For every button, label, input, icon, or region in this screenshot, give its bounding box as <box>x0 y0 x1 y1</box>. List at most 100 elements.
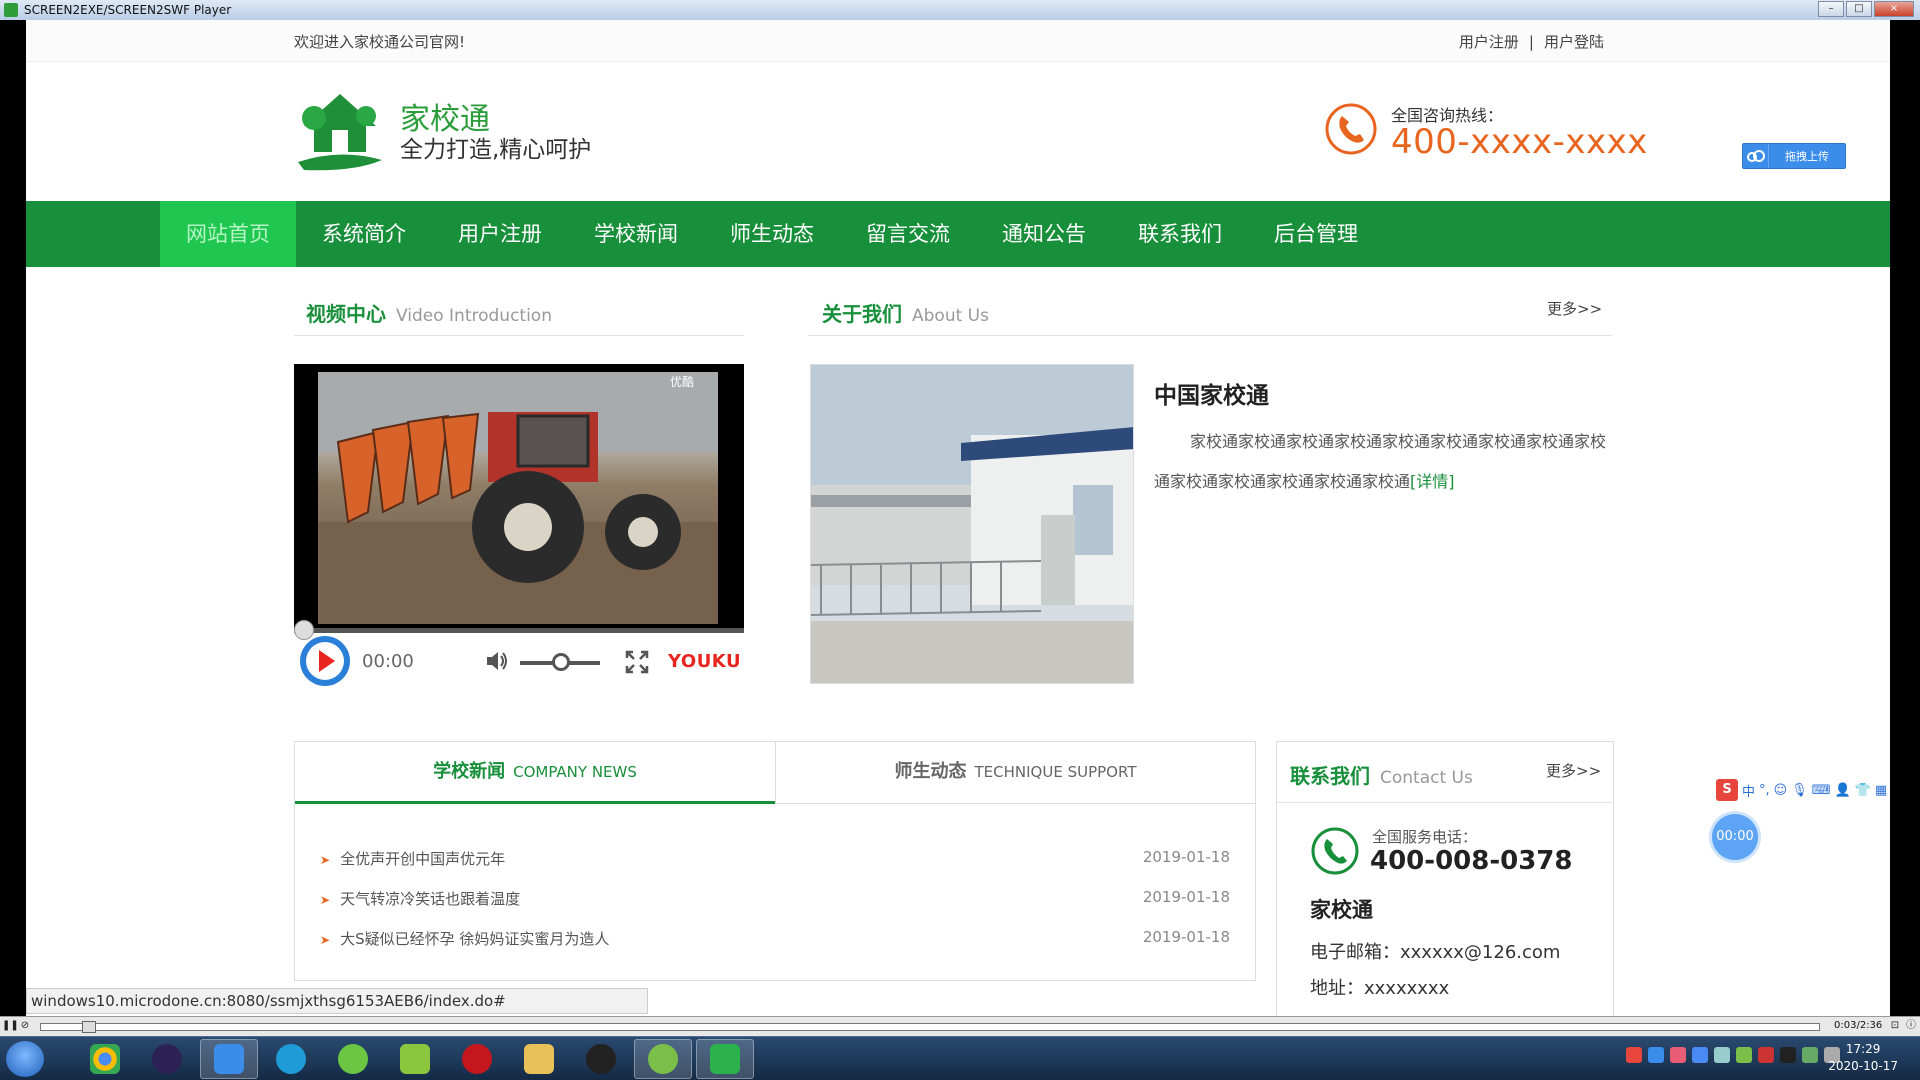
upload-label: 拖拽上传 <box>1785 150 1829 163</box>
file-explorer-taskbar-icon[interactable] <box>510 1039 568 1079</box>
chrome-taskbar-icon[interactable] <box>76 1039 134 1079</box>
tab-activities[interactable]: 师生动态 TECHNIQUE SUPPORT <box>775 742 1255 804</box>
status-bar-url: windows10.microdone.cn:8080/ssmjxthsg615… <box>26 988 648 1014</box>
toolbox-icon[interactable]: ▦ <box>1875 783 1887 798</box>
news-date: 2019-01-18 <box>1142 928 1230 946</box>
contact-section-subtitle: Contact Us <box>1380 768 1473 788</box>
skin-icon[interactable]: 👕 <box>1855 783 1871 798</box>
about-heading: 中国家校通 <box>1154 383 1269 409</box>
nav-item-notices[interactable]: 通知公告 <box>976 201 1112 267</box>
video-progress-bar[interactable] <box>294 628 744 633</box>
main-nav: 网站首页 系统简介 用户注册 学校新闻 师生动态 留言交流 通知公告 联系我们 … <box>26 201 1890 267</box>
fullscreen-icon[interactable] <box>624 649 650 675</box>
nav-item-activities[interactable]: 师生动态 <box>704 201 840 267</box>
flag-tray-icon[interactable] <box>1758 1047 1774 1063</box>
list-item[interactable]: ➤ 全优声开创中国声优元年 2019-01-18 <box>320 848 1230 888</box>
hotline-number: 400-xxxx-xxxx <box>1391 122 1648 162</box>
system-tray <box>1626 1047 1840 1063</box>
close-button[interactable]: × <box>1874 1 1914 17</box>
emoji-icon[interactable]: ☺ <box>1774 783 1788 798</box>
wechat-tray-icon[interactable] <box>1736 1047 1752 1063</box>
contact-section-header: 联系我们 Contact Us <box>1290 760 1473 789</box>
about-body-text: 家校通家校通家校通家校通家校通家校通家校通家校通家校通家校通家校通家校通家校通家… <box>1154 432 1607 491</box>
phone-icon <box>1311 827 1359 875</box>
video-divider <box>294 335 744 336</box>
volume-icon[interactable] <box>484 648 510 674</box>
window-title: SCREEN2EXE/SCREEN2SWF Player <box>24 3 232 17</box>
baidu-netdisk-taskbar-icon[interactable] <box>200 1039 258 1079</box>
start-button[interactable] <box>6 1041 44 1077</box>
nav-item-contact[interactable]: 联系我们 <box>1112 201 1248 267</box>
video-section-title: 视频中心 <box>306 302 386 326</box>
news-title[interactable]: 天气转凉冷笑话也跟着温度 <box>340 890 520 908</box>
stop-icon[interactable]: ⊘ <box>18 1019 32 1033</box>
qq-tray-icon[interactable] <box>1780 1047 1796 1063</box>
info-icon[interactable]: ⓘ <box>1904 1019 1918 1033</box>
phone-icon <box>1325 103 1377 155</box>
school-gate-photo <box>810 364 1134 684</box>
nav-item-register[interactable]: 用户注册 <box>432 201 568 267</box>
news-title[interactable]: 大S疑似已经怀孕 徐妈妈证实蜜月为造人 <box>340 930 609 948</box>
tray-app-icon[interactable] <box>1670 1047 1686 1063</box>
arrow-icon: ➤ <box>320 893 331 907</box>
sogou-ime-icon[interactable]: S <box>1716 779 1738 801</box>
eclipse-taskbar-icon[interactable] <box>138 1039 196 1079</box>
list-item[interactable]: ➤ 大S疑似已经怀孕 徐妈妈证实蜜月为造人 2019-01-18 <box>320 928 1230 968</box>
list-item[interactable]: ➤ 天气转凉冷笑话也跟着温度 2019-01-18 <box>320 888 1230 928</box>
punctuation-icon[interactable]: °, <box>1759 783 1770 798</box>
contact-company: 家校通 <box>1310 898 1373 922</box>
player-app-icon <box>4 3 18 17</box>
clock-date: 2020-10-17 <box>1828 1059 1898 1073</box>
ime-mode[interactable]: 中 <box>1742 781 1755 800</box>
green-app-taskbar-icon[interactable] <box>324 1039 382 1079</box>
house-logo-icon[interactable] <box>294 90 386 176</box>
network-tray-icon[interactable] <box>1648 1047 1664 1063</box>
tab-school-news[interactable]: 学校新闻 COMPANY NEWS <box>295 742 775 804</box>
news-date: 2019-01-18 <box>1142 848 1230 866</box>
browser-taskbar-icon[interactable] <box>262 1039 320 1079</box>
cloud-icon <box>1743 144 1769 168</box>
volume-slider-handle[interactable] <box>552 653 570 671</box>
drag-upload-button[interactable]: 拖拽上传 <box>1742 143 1846 169</box>
nav-item-messages[interactable]: 留言交流 <box>840 201 976 267</box>
keyboard-icon[interactable]: ⌨ <box>1812 783 1831 798</box>
window-mode-icon[interactable]: ⊡ <box>1888 1019 1902 1033</box>
floating-recording-timer[interactable]: 00:00 <box>1712 814 1758 860</box>
top-link-separator: | <box>1528 33 1534 51</box>
nav-item-intro[interactable]: 系统简介 <box>296 201 432 267</box>
tab-school-news-en: COMPANY NEWS <box>513 763 637 781</box>
tab-activities-label: 师生动态 <box>894 761 967 782</box>
microphone-icon[interactable]: 🎙 <box>1791 783 1808 798</box>
battery-tray-icon[interactable] <box>1802 1047 1818 1063</box>
user-icon[interactable]: 👤 <box>1835 783 1851 798</box>
minimize-button[interactable]: – <box>1818 1 1844 17</box>
pause-icon[interactable]: ❚❚ <box>2 1019 19 1033</box>
wechat-taskbar-icon[interactable] <box>634 1039 692 1079</box>
taskbar-clock[interactable]: 17:29 2020-10-17 <box>1828 1041 1898 1075</box>
news-title[interactable]: 全优声开创中国声优元年 <box>340 850 505 868</box>
player-seek-bar[interactable] <box>40 1023 1820 1031</box>
login-link[interactable]: 用户登陆 <box>1544 33 1604 51</box>
video-frame[interactable]: 优酷 <box>318 372 718 624</box>
display-tray-icon[interactable] <box>1714 1047 1730 1063</box>
maximize-button[interactable]: □ <box>1846 1 1872 17</box>
flash-taskbar-icon[interactable] <box>448 1039 506 1079</box>
player-seek-handle[interactable] <box>82 1021 96 1033</box>
contact-more-link[interactable]: 更多>> <box>1546 760 1601 781</box>
nav-item-home[interactable]: 网站首页 <box>160 201 296 267</box>
nav-item-admin[interactable]: 后台管理 <box>1248 201 1384 267</box>
notepad-taskbar-icon[interactable] <box>386 1039 444 1079</box>
ime-toolbar[interactable]: S 中 °, ☺ 🎙 ⌨ 👤 👕 ▦ <box>1716 778 1890 802</box>
sogou-tray-icon[interactable] <box>1626 1047 1642 1063</box>
news-date: 2019-01-18 <box>1142 888 1230 906</box>
shield-tray-icon[interactable] <box>1692 1047 1708 1063</box>
about-detail-link[interactable]: [详情] <box>1410 472 1455 491</box>
screen2exe-taskbar-icon[interactable] <box>696 1039 754 1079</box>
qq-taskbar-icon[interactable] <box>572 1039 630 1079</box>
register-link[interactable]: 用户注册 <box>1459 33 1519 51</box>
play-icon[interactable] <box>298 634 352 688</box>
about-more-link[interactable]: 更多>> <box>1547 298 1602 319</box>
nav-item-school-news[interactable]: 学校新闻 <box>568 201 704 267</box>
windows-taskbar: 17:29 2020-10-17 <box>0 1036 1920 1080</box>
service-phone-number: 400-008-0378 <box>1370 846 1573 876</box>
